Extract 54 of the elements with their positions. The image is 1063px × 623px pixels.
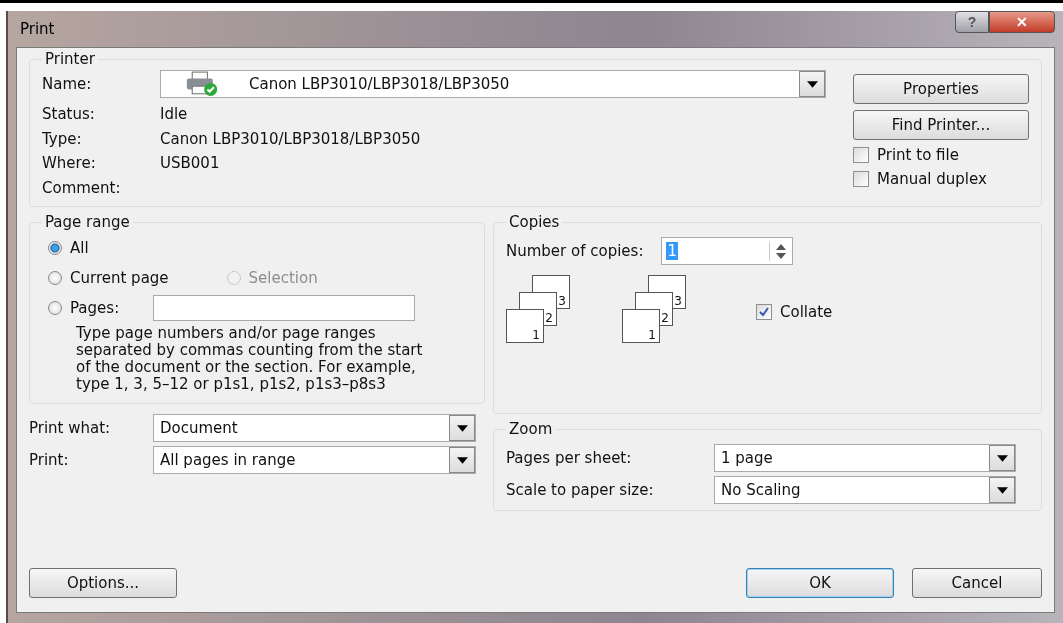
- field-label: Scale to paper size:: [506, 481, 655, 499]
- dropdown[interactable]: All pages in range: [153, 446, 476, 474]
- checkbox-label: Print to file: [877, 146, 959, 164]
- hint-text: Type page numbers and/or page ranges separated by commas counting from the start of the document or the section. For example, type 1, 3, 5–12 or p1s1, p1s2, p1s3–p8s3: [76, 325, 424, 393]
- dropdown[interactable]: No Scaling: [714, 476, 1016, 504]
- printer-icon: [185, 71, 219, 97]
- radio-label: Pages:: [70, 299, 120, 317]
- radio-label: Selection: [248, 269, 318, 287]
- help-button[interactable]: ?: [955, 11, 989, 33]
- field-value: Idle: [160, 105, 188, 124]
- field-label: Name:: [42, 75, 93, 93]
- field-value: Canon LBP3010/LBP3018/LBP3050: [160, 129, 421, 148]
- copies-value: 1: [666, 242, 678, 260]
- field-value: USB001: [160, 154, 220, 173]
- checkbox[interactable]: [853, 171, 869, 187]
- group-title: Printer: [44, 50, 96, 68]
- group-title: Page range: [44, 213, 131, 231]
- field-label: Comment:: [42, 178, 122, 197]
- dropdown[interactable]: 1 page: [714, 444, 1016, 472]
- printer-name: Canon LBP3010/LBP3018/LBP3050: [248, 75, 511, 93]
- dropdown-value: 1 page: [720, 449, 774, 467]
- ok-button[interactable]: OK: [746, 568, 894, 598]
- checkbox-label: Manual duplex: [877, 170, 987, 188]
- window-title: Print: [19, 20, 55, 38]
- radio-label: Current page: [70, 269, 169, 287]
- dialog-button[interactable]: Find Printer...: [853, 110, 1029, 140]
- group-title: Copies: [508, 213, 561, 231]
- radio-button[interactable]: [48, 301, 62, 315]
- cancel-button[interactable]: Cancel: [912, 568, 1042, 598]
- dropdown-value: No Scaling: [720, 481, 802, 499]
- dialog-button[interactable]: Properties: [853, 74, 1029, 104]
- field-label: Pages per sheet:: [506, 449, 633, 467]
- group-title: Zoom: [508, 420, 554, 438]
- radio-label: All: [70, 239, 89, 257]
- field-label: Status:: [42, 105, 96, 124]
- checkbox[interactable]: [853, 147, 869, 163]
- checkbox-label: Collate: [780, 303, 833, 321]
- close-button[interactable]: ✕: [989, 11, 1055, 33]
- dropdown-value: Document: [159, 419, 239, 437]
- radio-button[interactable]: [48, 241, 62, 255]
- page-sheet: 1: [622, 309, 660, 343]
- field-label: Type:: [42, 129, 83, 148]
- field-label: Print what:: [29, 419, 112, 437]
- options-button[interactable]: Options...: [29, 568, 177, 598]
- printer-dropdown[interactable]: Canon LBP3010/LBP3018/LBP3050: [160, 70, 826, 98]
- dropdown[interactable]: Document: [153, 414, 476, 442]
- field-label: Number of copies:: [506, 242, 644, 260]
- radio-button[interactable]: [48, 271, 62, 285]
- pages-input-field[interactable]: [153, 295, 416, 321]
- page-sheet: 1: [506, 309, 544, 343]
- field-label: Print:: [29, 451, 70, 469]
- checkbox[interactable]: [756, 304, 772, 320]
- field-label: Where:: [42, 154, 97, 173]
- dropdown-value: All pages in range: [159, 451, 297, 469]
